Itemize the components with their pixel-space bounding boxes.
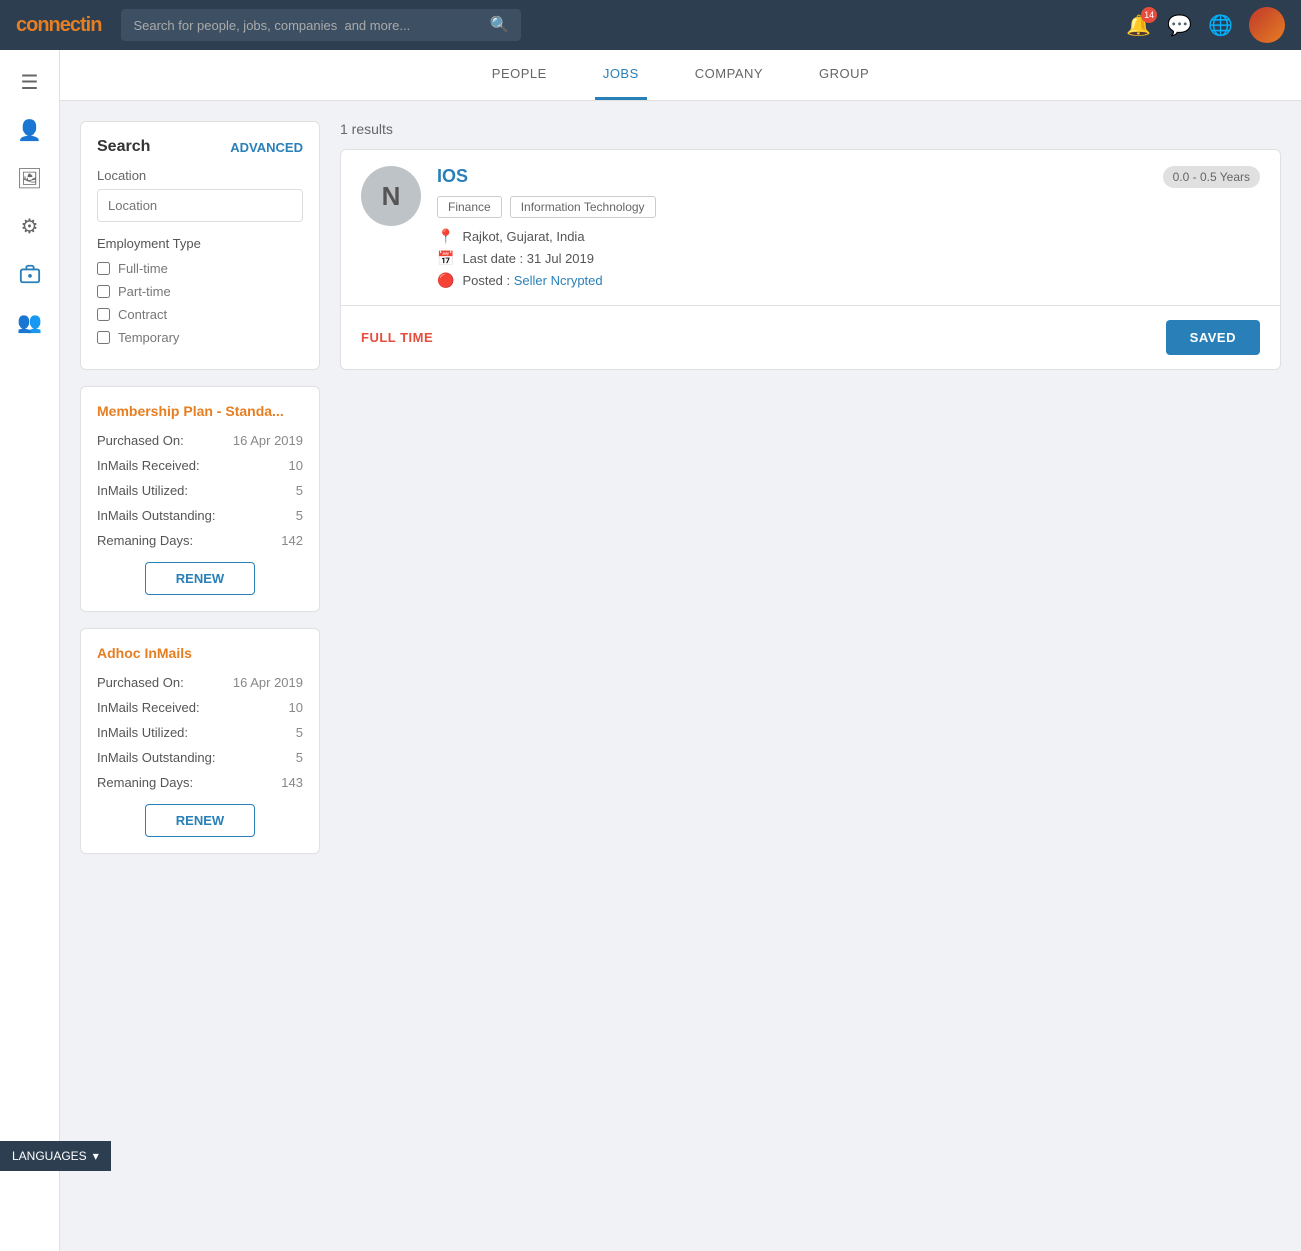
sidebar-item-gallery[interactable]: 🖼 <box>8 156 52 200</box>
topnav: connectin 🔍 🔔 14 💬 🌐 <box>0 0 1301 50</box>
sidebar-item-settings[interactable]: ⚙ <box>8 204 52 248</box>
membership-card: Membership Plan - Standa... Purchased On… <box>80 386 320 612</box>
membership-remaining-days-row: Remaning Days: 142 <box>97 533 303 548</box>
membership-inmails-outstanding-row: InMails Outstanding: 5 <box>97 508 303 523</box>
parttime-label: Part-time <box>118 284 171 299</box>
sidebar-item-profile[interactable]: 👤 <box>8 108 52 152</box>
languages-label: LANGUAGES <box>12 1149 87 1163</box>
adhoc-renew-button[interactable]: RENEW <box>145 804 255 837</box>
posted-icon: 🔴 <box>437 272 454 289</box>
search-card: Search ADVANCED Location Employment Type… <box>80 121 320 370</box>
tag-it: Information Technology <box>510 196 656 218</box>
search-icon: 🔍 <box>490 15 510 35</box>
advanced-link[interactable]: ADVANCED <box>230 140 303 155</box>
adhoc-inmails-received-row: InMails Received: 10 <box>97 700 303 715</box>
search-bar[interactable]: 🔍 <box>121 9 521 41</box>
job-card-top: N IOS 0.0 - 0.5 Years Finance Informatio… <box>341 150 1280 305</box>
checkbox-contract[interactable]: Contract <box>97 307 303 322</box>
right-panel: 1 results N IOS 0.0 - 0.5 Years Finance … <box>340 121 1281 854</box>
adhoc-inmails-outstanding-row: InMails Outstanding: 5 <box>97 750 303 765</box>
sidebar-item-jobs[interactable] <box>8 252 52 296</box>
results-count: 1 results <box>340 121 1281 137</box>
temporary-label: Temporary <box>118 330 179 345</box>
languages-button[interactable]: LANGUAGES ▾ <box>0 1141 111 1171</box>
calendar-icon: 📅 <box>437 250 454 267</box>
job-title[interactable]: IOS <box>437 166 468 187</box>
search-title: Search <box>97 138 150 156</box>
job-card: N IOS 0.0 - 0.5 Years Finance Informatio… <box>340 149 1281 370</box>
checkbox-contract-input[interactable] <box>97 308 110 321</box>
sidebar-item-group[interactable]: 👥 <box>8 300 52 344</box>
job-header: IOS 0.0 - 0.5 Years <box>437 166 1260 188</box>
membership-inmails-utilized-row: InMails Utilized: 5 <box>97 483 303 498</box>
job-avatar: N <box>361 166 421 226</box>
job-tags: Finance Information Technology <box>437 196 1260 218</box>
employment-type-label: Employment Type <box>97 236 303 251</box>
saved-button[interactable]: SAVED <box>1166 320 1260 355</box>
job-info: IOS 0.0 - 0.5 Years Finance Information … <box>437 166 1260 289</box>
adhoc-remaining-days-row: Remaning Days: 143 <box>97 775 303 790</box>
job-type: FULL TIME <box>361 330 433 345</box>
adhoc-inmails-utilized-row: InMails Utilized: 5 <box>97 725 303 740</box>
job-location: 📍 Rajkot, Gujarat, India <box>437 228 1260 245</box>
membership-inmails-received-row: InMails Received: 10 <box>97 458 303 473</box>
experience-badge: 0.0 - 0.5 Years <box>1163 166 1260 188</box>
search-input[interactable] <box>133 18 481 33</box>
avatar[interactable] <box>1249 7 1285 43</box>
location-label: Location <box>97 168 303 183</box>
adhoc-title: Adhoc InMails <box>97 645 303 661</box>
job-card-bottom: FULL TIME SAVED <box>341 305 1280 369</box>
notification-bell-button[interactable]: 🔔 14 <box>1126 13 1151 38</box>
tag-finance: Finance <box>437 196 502 218</box>
job-meta: 📍 Rajkot, Gujarat, India 📅 Last date : 3… <box>437 228 1260 289</box>
left-panel: Search ADVANCED Location Employment Type… <box>80 121 320 854</box>
location-input[interactable] <box>97 189 303 222</box>
topnav-right: 🔔 14 💬 🌐 <box>1126 7 1285 43</box>
tab-group[interactable]: GROUP <box>811 50 877 100</box>
checkbox-temporary-input[interactable] <box>97 331 110 344</box>
membership-purchased-row: Purchased On: 16 Apr 2019 <box>97 433 303 448</box>
posted-by-link[interactable]: Seller Ncrypted <box>514 273 603 288</box>
notification-badge: 14 <box>1141 7 1157 23</box>
employment-section: Employment Type Full-time Part-time Cont… <box>97 236 303 345</box>
app-logo[interactable]: connectin <box>16 14 101 37</box>
chevron-down-icon: ▾ <box>93 1149 99 1163</box>
search-card-header: Search ADVANCED <box>97 138 303 156</box>
job-last-date: 📅 Last date : 31 Jul 2019 <box>437 250 1260 267</box>
job-posted: 🔴 Posted : Seller Ncrypted <box>437 272 1260 289</box>
tab-company[interactable]: COMPANY <box>687 50 771 100</box>
content-area: Search ADVANCED Location Employment Type… <box>60 101 1301 874</box>
checkbox-fulltime[interactable]: Full-time <box>97 261 303 276</box>
tab-people[interactable]: PEOPLE <box>484 50 555 100</box>
location-icon: 📍 <box>437 228 454 245</box>
checkbox-parttime-input[interactable] <box>97 285 110 298</box>
contract-label: Contract <box>118 307 167 322</box>
checkbox-parttime[interactable]: Part-time <box>97 284 303 299</box>
membership-title: Membership Plan - Standa... <box>97 403 303 419</box>
sidebar: ☰ 👤 🖼 ⚙ 👥 <box>0 50 60 1251</box>
membership-renew-button[interactable]: RENEW <box>145 562 255 595</box>
adhoc-card: Adhoc InMails Purchased On: 16 Apr 2019 … <box>80 628 320 854</box>
checkbox-temporary[interactable]: Temporary <box>97 330 303 345</box>
sidebar-item-menu[interactable]: ☰ <box>8 60 52 104</box>
fulltime-label: Full-time <box>118 261 168 276</box>
main-content: PEOPLE JOBS COMPANY GROUP Search ADVANCE… <box>60 50 1301 874</box>
secondary-nav: PEOPLE JOBS COMPANY GROUP <box>60 50 1301 101</box>
tab-jobs[interactable]: JOBS <box>595 50 647 100</box>
chat-button[interactable]: 💬 <box>1167 13 1192 38</box>
avatar-image <box>1249 7 1285 43</box>
checkbox-fulltime-input[interactable] <box>97 262 110 275</box>
adhoc-purchased-row: Purchased On: 16 Apr 2019 <box>97 675 303 690</box>
globe-button[interactable]: 🌐 <box>1208 13 1233 38</box>
